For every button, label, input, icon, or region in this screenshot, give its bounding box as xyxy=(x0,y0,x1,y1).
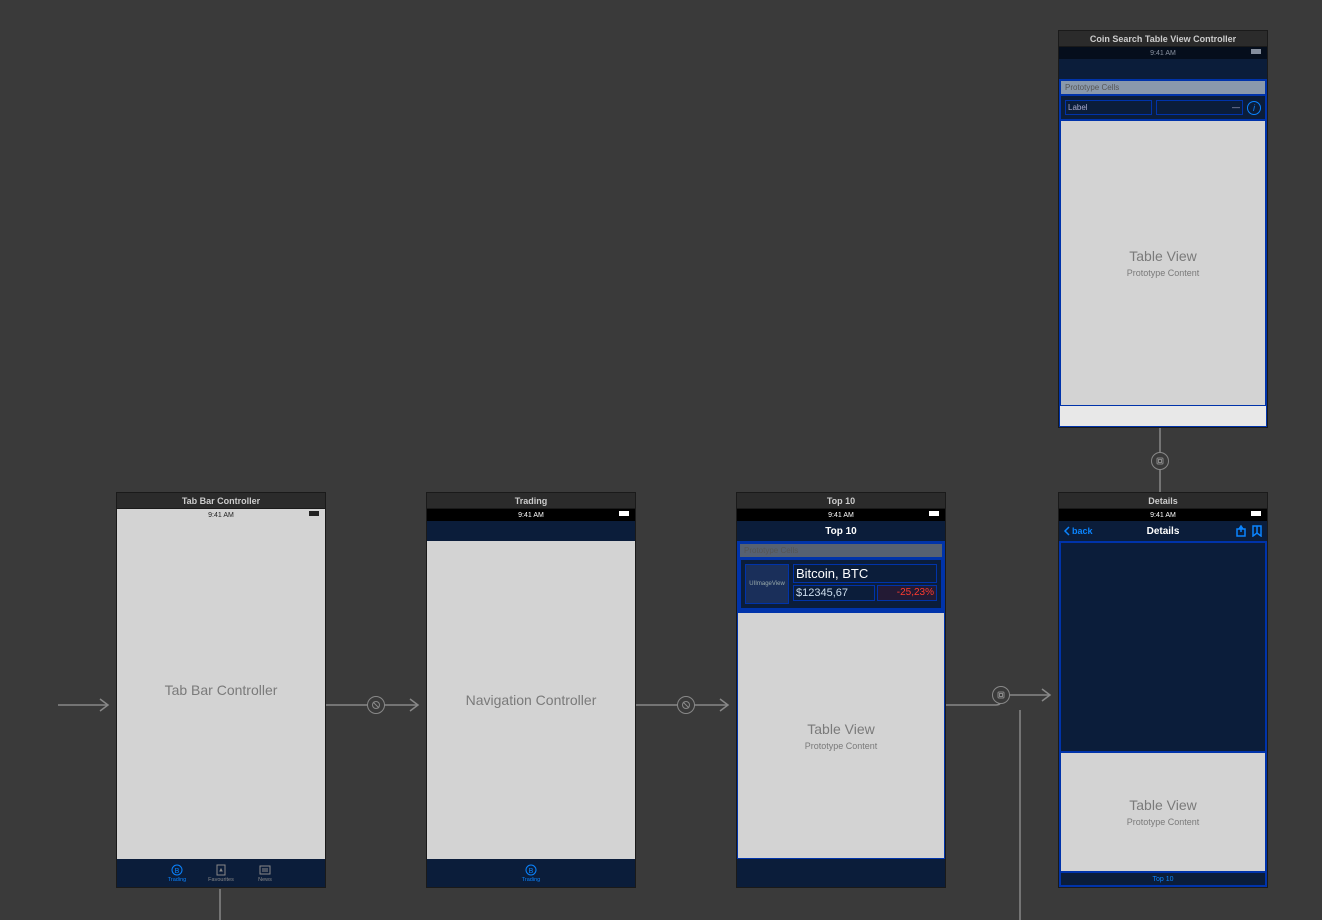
scene-top10[interactable]: Top 10 9:41 AM Top 10 Prototype Cells UI… xyxy=(736,492,946,888)
bitcoin-icon: B xyxy=(525,864,537,876)
tab-favourites[interactable]: Favourites xyxy=(203,859,239,887)
coin-name-label: Bitcoin, BTC xyxy=(793,564,937,583)
scene-title: Coin Search Table View Controller xyxy=(1058,30,1268,46)
chevron-left-icon xyxy=(1063,526,1071,536)
segue-relationship-icon xyxy=(367,696,385,714)
navigation-bar: back Details xyxy=(1059,521,1267,541)
segue-show-icon xyxy=(992,686,1010,704)
nav-title: Top 10 xyxy=(825,526,856,537)
coin-price: — xyxy=(1156,100,1243,115)
scene-title: Details xyxy=(1058,492,1268,508)
tab-label: Top 10 xyxy=(1060,872,1266,886)
coin-price-label: $12345,67 xyxy=(793,585,875,601)
coin-change-label: -25,23% xyxy=(877,585,937,601)
segue-relationship-icon xyxy=(677,696,695,714)
prototype-cell[interactable]: Label — i xyxy=(1060,95,1266,120)
navigation-bar: Top 10 xyxy=(737,521,945,541)
status-bar: 9:41 AM xyxy=(427,509,635,521)
prototype-cells-header: Prototype Cells xyxy=(739,543,943,558)
prototype-cells-header: Prototype Cells xyxy=(1060,80,1266,95)
tab-bar xyxy=(737,859,945,887)
status-bar: 9:41 AM xyxy=(117,509,325,521)
segue-show-icon xyxy=(1151,452,1169,470)
tab-news[interactable]: News xyxy=(247,859,283,887)
status-bar: 9:41 AM xyxy=(737,509,945,521)
tab-bar: B Trading Favourites News xyxy=(117,859,325,887)
placeholder-label: Tab Bar Controller xyxy=(165,682,278,698)
status-bar: 9:41 AM xyxy=(1059,47,1267,59)
scene-coin-search[interactable]: Coin Search Table View Controller 9:41 A… xyxy=(1058,30,1268,428)
tab-trading[interactable]: B Trading xyxy=(159,859,195,887)
tab-trading[interactable]: B Trading xyxy=(513,859,549,887)
svg-text:B: B xyxy=(529,868,534,875)
bitcoin-icon: B xyxy=(171,864,183,876)
bookmark-icon[interactable] xyxy=(1251,525,1263,537)
navigation-bar xyxy=(427,521,635,541)
news-icon xyxy=(259,864,271,876)
share-icon[interactable] xyxy=(1235,525,1247,537)
nav-title: Details xyxy=(1147,526,1180,537)
star-doc-icon xyxy=(215,864,227,876)
scene-details[interactable]: Details 9:41 AM back Details Table View … xyxy=(1058,492,1268,888)
placeholder-label: Navigation Controller xyxy=(466,692,597,708)
navigation-bar xyxy=(1059,59,1267,79)
scene-navigation-controller[interactable]: Trading 9:41 AM Navigation Controller B … xyxy=(426,492,636,888)
scene-title: Top 10 xyxy=(736,492,946,508)
table-view-placeholder: Table View Prototype Content xyxy=(1060,120,1266,406)
table-view-placeholder: Table View Prototype Content xyxy=(737,612,945,859)
status-bar: 9:41 AM xyxy=(1059,509,1267,521)
tab-bar: B Trading xyxy=(427,859,635,887)
table-view-placeholder: Table View Prototype Content xyxy=(1060,752,1266,872)
info-icon[interactable]: i xyxy=(1247,101,1261,115)
scene-tab-bar-controller[interactable]: Tab Bar Controller 9:41 AM Tab Bar Contr… xyxy=(116,492,326,888)
scene-title: Tab Bar Controller xyxy=(116,492,326,508)
svg-text:B: B xyxy=(175,868,180,875)
coin-label: Label xyxy=(1065,100,1152,115)
details-content-view xyxy=(1060,542,1266,752)
prototype-cell[interactable]: UIImageView Bitcoin, BTC $12345,67 -25,2… xyxy=(739,558,943,610)
coin-image-view: UIImageView xyxy=(745,564,789,604)
back-button[interactable]: back xyxy=(1063,526,1093,536)
scene-title: Trading xyxy=(426,492,636,508)
